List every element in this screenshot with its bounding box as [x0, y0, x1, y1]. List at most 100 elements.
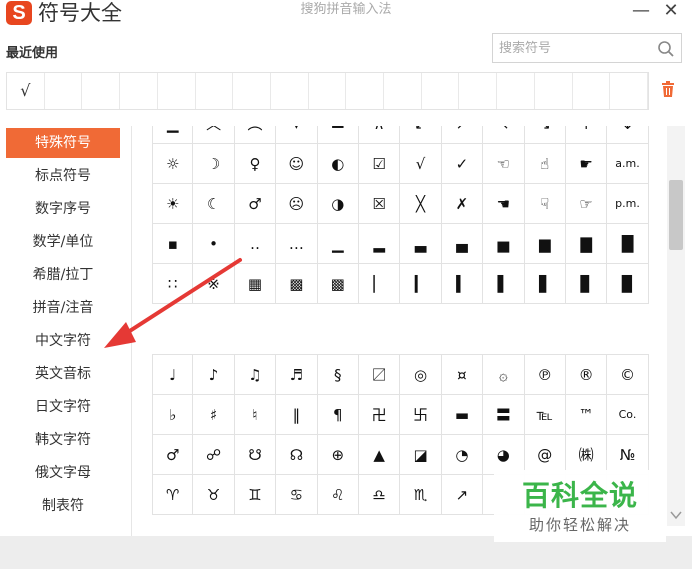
symbol-cell[interactable]: ▎ [400, 264, 442, 304]
category-item[interactable]: 中文字符 [6, 326, 120, 356]
symbol-cell[interactable]: § [317, 355, 359, 395]
symbol-cell[interactable]: ♂ [234, 184, 277, 224]
symbol-cell[interactable]: ♏ [400, 475, 442, 515]
symbol-cell[interactable]: ▊ [565, 264, 608, 304]
symbol-cell[interactable]: ㈱ [565, 435, 608, 475]
recent-symbol-cell[interactable] [158, 73, 196, 109]
symbol-cell[interactable]: ▂ [358, 224, 401, 264]
symbol-cell[interactable]: ▇ [565, 224, 608, 264]
symbol-cell[interactable]: ☾ [193, 184, 235, 224]
symbol-cell[interactable]: ☚ [483, 184, 525, 224]
symbol-cell[interactable]: ☼ [152, 144, 194, 184]
symbol-cell[interactable]: 〼 [358, 355, 401, 395]
symbol-cell[interactable]: √ [400, 144, 442, 184]
symbol-cell[interactable]: ◪ [400, 435, 442, 475]
category-item[interactable]: 拼音/注音 [6, 293, 120, 323]
category-item[interactable]: 韩文字符 [6, 425, 120, 455]
symbol-cell[interactable]: ▅ [483, 224, 525, 264]
symbol-cell[interactable]: ↗ [441, 126, 484, 144]
scroll-thumb[interactable] [669, 180, 683, 250]
symbol-cell[interactable]: ※ [193, 264, 235, 304]
scroll-down-icon[interactable] [670, 510, 682, 520]
symbol-cell[interactable]: ▆ [524, 224, 566, 264]
symbol-cell[interactable]: ☝ [524, 144, 566, 184]
symbol-cell[interactable]: ▄ [441, 224, 484, 264]
recent-symbol-cell[interactable] [271, 73, 309, 109]
symbol-cell[interactable]: ♯ [193, 395, 235, 435]
category-item[interactable]: 数学/单位 [6, 227, 120, 257]
close-button[interactable]: ✕ [660, 0, 682, 24]
symbol-cell[interactable]: ▦ [234, 264, 277, 304]
symbol-cell[interactable]: ◎ [400, 355, 442, 395]
symbol-cell[interactable]: ↑ [565, 126, 608, 144]
symbol-cell[interactable]: ▌ [483, 264, 525, 304]
category-item[interactable]: 数字序号 [6, 194, 120, 224]
symbol-cell[interactable]: ♬ [276, 355, 318, 395]
symbol-cell[interactable]: ☑ [358, 144, 401, 184]
symbol-cell[interactable]: ☍ [193, 435, 235, 475]
symbol-cell[interactable]: ↗ [441, 475, 484, 515]
recent-symbol-cell[interactable] [196, 73, 234, 109]
symbol-cell[interactable]: ▁ [317, 224, 359, 264]
symbol-cell[interactable]: ☟ [524, 184, 566, 224]
symbol-cell[interactable]: ☋ [234, 435, 277, 475]
symbol-cell[interactable]: № [607, 435, 649, 475]
symbol-cell[interactable]: ✓ [441, 144, 484, 184]
recent-symbol-cell[interactable] [82, 73, 121, 109]
symbol-cell[interactable]: ✗ [441, 184, 484, 224]
symbol-cell[interactable]: ♫ [234, 355, 277, 395]
symbol-cell[interactable]: ▃ [400, 224, 442, 264]
category-item[interactable]: 制表符 [6, 491, 120, 521]
symbol-cell[interactable]: ▬ [317, 126, 359, 144]
symbol-cell[interactable]: ‖ [276, 395, 318, 435]
symbol-cell[interactable]: p.m. [607, 184, 649, 224]
category-item[interactable]: 特殊符号 [6, 128, 120, 158]
symbol-cell[interactable]: ▋ [524, 264, 566, 304]
symbol-cell[interactable]: ℡ [524, 395, 566, 435]
symbol-cell[interactable]: ♭ [152, 395, 194, 435]
symbol-cell[interactable]: ◕ [483, 435, 525, 475]
symbol-cell[interactable]: 卐 [400, 395, 442, 435]
symbol-cell[interactable]: ▁ [152, 126, 194, 144]
symbol-cell[interactable]: ♩ [152, 355, 194, 395]
symbol-cell[interactable]: ↙ [400, 126, 442, 144]
recent-symbol-cell[interactable] [120, 73, 158, 109]
symbol-cell[interactable]: © [607, 355, 649, 395]
symbol-cell[interactable]: ♈ [152, 475, 194, 515]
recent-symbol-cell[interactable] [610, 73, 648, 109]
symbol-cell[interactable]: ☜ [483, 144, 525, 184]
search-input[interactable] [499, 38, 649, 58]
symbol-cell[interactable]: ◐ [317, 144, 359, 184]
symbol-cell[interactable]: ◔ [441, 435, 484, 475]
symbol-cell[interactable]: ∷ [152, 264, 194, 304]
symbol-cell[interactable]: ♋ [276, 475, 318, 515]
symbol-cell[interactable]: ▾ [276, 126, 318, 144]
search-icon[interactable] [657, 40, 675, 58]
category-item[interactable]: 日文字符 [6, 392, 120, 422]
symbol-cell[interactable]: ☹ [276, 184, 318, 224]
trash-icon[interactable] [661, 81, 675, 97]
recent-symbol-cell[interactable] [535, 73, 573, 109]
symbol-cell[interactable]: ▩ [317, 264, 359, 304]
symbol-cell[interactable]: ☒ [358, 184, 401, 224]
symbol-cell[interactable]: ▉ [607, 264, 649, 304]
symbol-cell[interactable]: ♪ [193, 355, 235, 395]
scrollbar[interactable] [667, 126, 685, 526]
category-item[interactable]: 标点符号 [6, 161, 120, 191]
symbol-cell[interactable]: ♊ [234, 475, 277, 515]
symbol-cell[interactable]: ︵ [234, 126, 277, 144]
symbol-cell[interactable]: ▏ [358, 264, 401, 304]
recent-symbol-cell[interactable] [309, 73, 347, 109]
symbol-cell[interactable]: ▬ [441, 395, 484, 435]
symbol-cell[interactable]: ۞ [483, 355, 525, 395]
symbol-cell[interactable]: Co. [607, 395, 649, 435]
symbol-cell[interactable]: 〓 [483, 395, 525, 435]
recent-symbol-cell[interactable] [573, 73, 611, 109]
symbol-cell[interactable]: @ [524, 435, 566, 475]
symbol-cell[interactable]: ⊕ [317, 435, 359, 475]
symbol-cell[interactable]: ▪ [152, 224, 194, 264]
symbol-cell[interactable]: ♉ [193, 475, 235, 515]
symbol-cell[interactable]: ☊ [276, 435, 318, 475]
symbol-cell[interactable]: ☛ [565, 144, 608, 184]
symbol-cell[interactable]: ♎ [358, 475, 401, 515]
